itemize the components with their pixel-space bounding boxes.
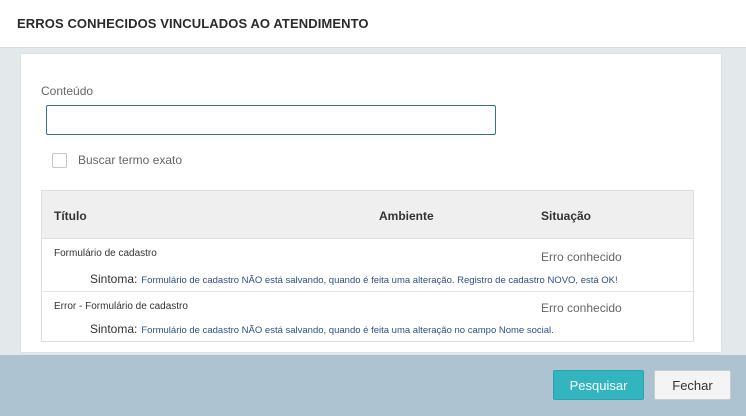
search-card: Conteúdo Buscar termo exato Título Ambie… xyxy=(21,54,721,352)
row-situacao: Erro conhecido xyxy=(541,250,622,264)
content-label: Conteúdo xyxy=(41,84,94,98)
sintoma-label: Sintoma: xyxy=(90,272,138,286)
row-title: Formulário de cadastro xyxy=(54,248,157,259)
dialog-header: ERROS CONHECIDOS VINCULADOS AO ATENDIMEN… xyxy=(0,0,746,48)
exact-term-checkbox[interactable] xyxy=(52,152,67,168)
row-situacao: Erro conhecido xyxy=(541,301,622,315)
sintoma-label: Sintoma: xyxy=(90,322,138,336)
sintoma-text: Formulário de cadastro NÃO está salvando… xyxy=(141,275,618,286)
row-sintoma: Sintoma: Formulário de cadastro NÃO está… xyxy=(90,322,554,336)
close-button[interactable]: Fechar xyxy=(654,370,731,400)
dialog-footer: Pesquisar Fechar xyxy=(0,355,746,416)
column-header-situacao[interactable]: Situação xyxy=(541,209,591,223)
exact-term-label: Buscar termo exato xyxy=(78,153,183,167)
dialog-content: Conteúdo Buscar termo exato Título Ambie… xyxy=(0,48,746,355)
sintoma-text: Formulário de cadastro NÃO está salvando… xyxy=(141,325,554,336)
column-header-titulo[interactable]: Título xyxy=(54,209,87,223)
row-title: Error - Formulário de cadastro xyxy=(54,301,188,312)
column-header-ambiente[interactable]: Ambiente xyxy=(379,209,434,223)
table-header: Título Ambiente Situação xyxy=(42,191,693,239)
dialog-title: ERROS CONHECIDOS VINCULADOS AO ATENDIMEN… xyxy=(17,16,369,31)
table-row[interactable]: Formulário de cadastro Erro conhecido Si… xyxy=(42,239,693,292)
content-input[interactable] xyxy=(46,105,496,135)
table-row[interactable]: Error - Formulário de cadastro Erro conh… xyxy=(42,292,693,342)
exact-term-checkbox-row[interactable]: Buscar termo exato xyxy=(52,152,182,168)
results-table: Título Ambiente Situação Formulário de c… xyxy=(41,190,694,342)
search-button[interactable]: Pesquisar xyxy=(553,370,644,400)
row-sintoma: Sintoma: Formulário de cadastro NÃO está… xyxy=(90,272,618,286)
